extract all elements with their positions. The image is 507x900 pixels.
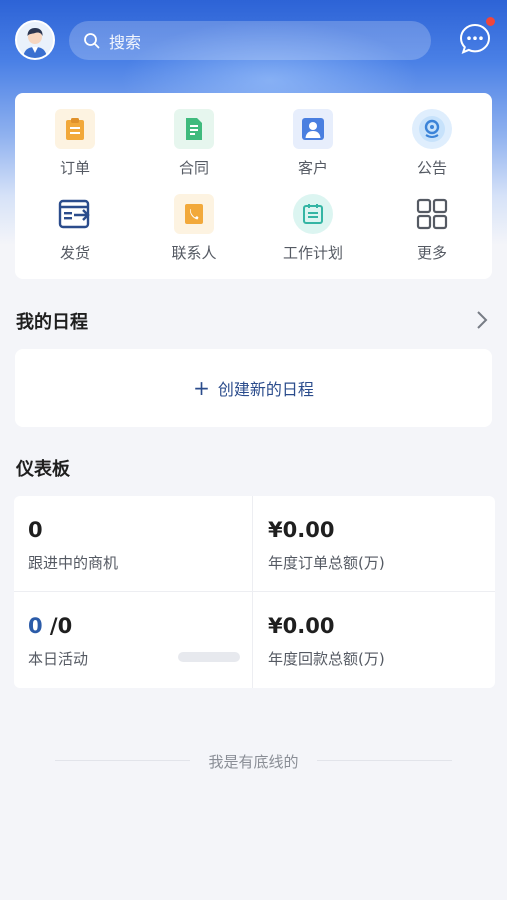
quick-action-label: 更多 [416, 244, 447, 262]
user-avatar-icon [17, 22, 53, 58]
quick-action-more[interactable]: 更多 [377, 194, 487, 274]
schedule-card: + 创建新的日程 [15, 349, 492, 427]
quick-action-label: 订单 [59, 159, 90, 177]
quick-action-contract[interactable]: 合同 [139, 109, 249, 189]
chevron-right-icon[interactable] [476, 310, 488, 330]
more-grid-icon [412, 194, 452, 234]
divider [252, 496, 253, 688]
schedule-section-title: 我的日程 [16, 312, 88, 333]
dashboard-value: 0 /0 [28, 614, 72, 638]
activity-done-count: 0 [28, 614, 43, 638]
search-placeholder: 搜索 [109, 32, 142, 52]
message-chat-icon[interactable] [458, 22, 492, 56]
search-bar[interactable]: 搜索 [69, 21, 431, 60]
quick-action-label: 公告 [416, 159, 447, 177]
notification-dot [486, 17, 495, 26]
dashboard-value: 0 [28, 518, 43, 542]
quick-action-label: 发货 [59, 244, 90, 262]
quick-action-customer[interactable]: 客户 [258, 109, 368, 189]
search-icon [84, 32, 100, 48]
dashboard-card: 0 跟进中的商机 ¥0.00 年度订单总额(万) 0 /0 本日活动 ¥0.00… [14, 496, 495, 688]
dashboard-cell-annual-payments[interactable]: ¥0.00 年度回款总额(万) [254, 592, 492, 687]
dashboard-label: 跟进中的商机 [28, 554, 119, 572]
work-plan-icon [293, 194, 333, 234]
dashboard-section-title: 仪表板 [16, 459, 70, 480]
create-schedule-label: 创建新的日程 [217, 380, 314, 399]
shipping-icon [55, 194, 95, 234]
dashboard-label: 本日活动 [28, 650, 89, 668]
dashboard-label: 年度订单总额(万) [268, 554, 385, 572]
dashboard-cell-opportunities[interactable]: 0 跟进中的商机 [14, 496, 252, 591]
create-schedule-button[interactable]: + 创建新的日程 [193, 376, 314, 400]
quick-action-label: 合同 [178, 159, 209, 177]
contract-document-icon [174, 109, 214, 149]
contact-phone-icon [174, 194, 214, 234]
dashboard-value: ¥0.00 [268, 614, 335, 638]
quick-action-contact[interactable]: 联系人 [139, 194, 249, 274]
dashboard-value: ¥0.00 [268, 518, 335, 542]
avatar[interactable] [15, 20, 55, 60]
quick-action-shipping[interactable]: 发货 [20, 194, 130, 274]
plus-icon: + [193, 376, 210, 400]
quick-action-label: 联系人 [171, 244, 217, 262]
quick-action-announcement[interactable]: 公告 [377, 109, 487, 189]
quick-actions-card: 订单 合同 客户 公告 发货 联系人 工作计划 更多 [15, 93, 492, 279]
customer-person-icon [293, 109, 333, 149]
activity-progress-bar [178, 652, 240, 662]
activity-total-count: /0 [42, 614, 73, 638]
quick-action-label: 客户 [297, 159, 328, 177]
announcement-pin-icon [412, 109, 452, 149]
top-bar: 搜索 [0, 0, 507, 82]
order-clipboard-icon [55, 109, 95, 149]
dashboard-cell-annual-orders[interactable]: ¥0.00 年度订单总额(万) [254, 496, 492, 591]
quick-action-work-plan[interactable]: 工作计划 [258, 194, 368, 274]
footer-end-text: 我是有底线的 [208, 753, 299, 771]
dashboard-label: 年度回款总额(万) [268, 650, 385, 668]
quick-action-order[interactable]: 订单 [20, 109, 130, 189]
dashboard-cell-today-activities[interactable]: 0 /0 本日活动 [14, 592, 252, 687]
quick-action-label: 工作计划 [282, 244, 343, 262]
